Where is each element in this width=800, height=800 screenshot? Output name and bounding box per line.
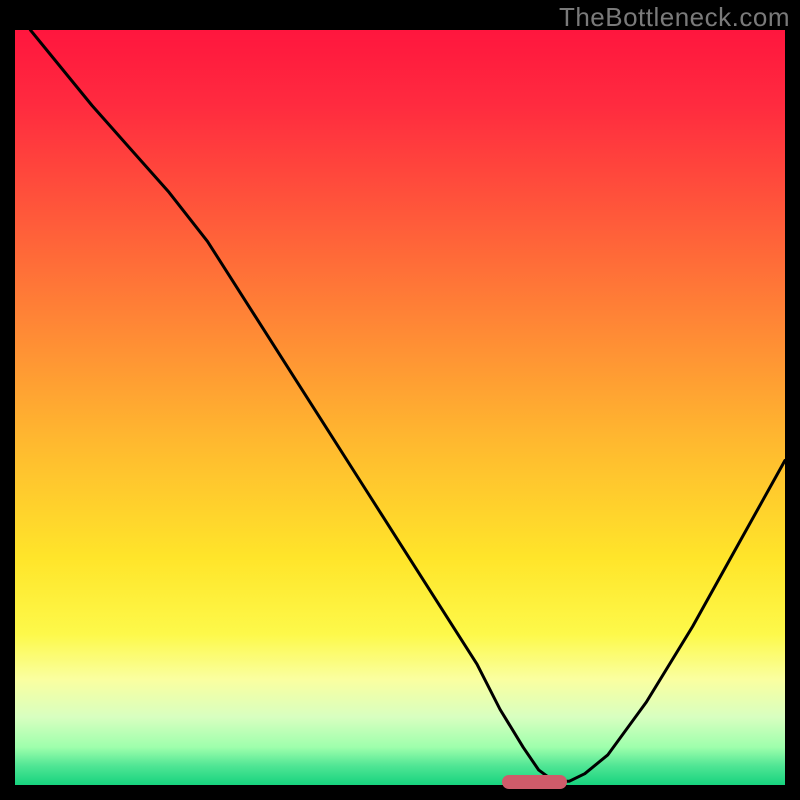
- plot-svg: [15, 30, 785, 785]
- watermark-text: TheBottleneck.com: [559, 2, 790, 33]
- chart-frame: TheBottleneck.com: [0, 0, 800, 800]
- gradient-bg: [15, 30, 785, 785]
- plot-area: [15, 30, 785, 785]
- minimum-marker: [502, 775, 567, 789]
